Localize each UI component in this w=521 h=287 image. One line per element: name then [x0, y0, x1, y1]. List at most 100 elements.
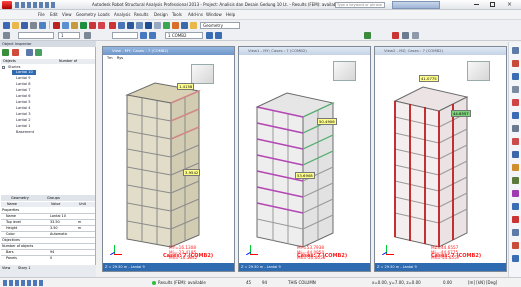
case-prev-icon[interactable]: [206, 32, 213, 39]
help-icons[interactable]: [392, 1, 440, 9]
tool-icon-8[interactable]: [512, 138, 519, 145]
results-map-icon[interactable]: [412, 32, 419, 39]
tree-item-lantai-4[interactable]: Lantai 4: [16, 106, 31, 110]
menu-results[interactable]: Results: [134, 12, 148, 17]
app-logo-icon[interactable]: [2, 1, 12, 9]
print-icon[interactable]: [30, 22, 37, 29]
quick-access-icons[interactable]: [15, 2, 55, 8]
zoom-icon[interactable]: [118, 22, 125, 29]
paste-icon[interactable]: [71, 22, 78, 29]
tree-item-lantai-7[interactable]: Lantai 7: [16, 88, 31, 92]
tool-icon-4[interactable]: [512, 86, 519, 93]
search-input[interactable]: Type a keyword or phrase: [335, 2, 385, 8]
refresh-icon[interactable]: [12, 49, 19, 56]
structure-view-icon[interactable]: [364, 32, 371, 39]
tool-icon-11[interactable]: [512, 177, 519, 184]
bars-combo[interactable]: [112, 32, 138, 39]
view-2-title[interactable]: View1 - MY; Cases : 7 (COMB2): [239, 47, 370, 55]
layers-icon[interactable]: [392, 32, 399, 39]
status-icons[interactable]: [3, 280, 43, 286]
menu-analysis[interactable]: Analysis: [114, 12, 130, 17]
tab-geometry[interactable]: Geometry: [11, 196, 29, 200]
view-1-canvas[interactable]: Tm Rys 1.4158 3.9542 MY=16.1308 Mi=-23.4…: [103, 55, 234, 263]
tool-icon-15[interactable]: [512, 229, 519, 236]
expand-toggle[interactable]: [2, 66, 5, 69]
tab-groups[interactable]: Groups: [47, 196, 60, 200]
prop-value[interactable]: 3.50: [50, 226, 58, 230]
selection-combo[interactable]: [18, 32, 54, 39]
menu-window[interactable]: Window: [206, 12, 222, 17]
view-1-title[interactable]: View - MY; Cases : 7 (COMB2): [103, 47, 234, 55]
open-folder-icon[interactable]: [12, 22, 19, 29]
menu-file[interactable]: File: [38, 12, 45, 17]
view-3-canvas[interactable]: 41.0775 44.6557 MZ=44.6557 Mi=-44.6775 M…: [375, 55, 506, 263]
tool-icon-13[interactable]: [512, 203, 519, 210]
menu-addins[interactable]: Add-ins: [188, 12, 203, 17]
pointer-icon[interactable]: [3, 32, 10, 39]
tab-story-1[interactable]: Story 1: [18, 266, 31, 270]
section-icon[interactable]: [136, 22, 143, 29]
design-icon[interactable]: [181, 22, 188, 29]
view-3-title[interactable]: View2 - MZ; Cases : 7 (COMB2): [375, 47, 506, 55]
view-panel-2[interactable]: View1 - MY; Cases : 7 (COMB2) 50.4906 53…: [238, 46, 371, 272]
grid-icon[interactable]: [149, 32, 156, 39]
tree-item-lantai-3[interactable]: Lantai 3: [16, 112, 31, 116]
calculate-icon[interactable]: [109, 22, 116, 29]
supports-icon[interactable]: [163, 22, 170, 29]
cut-icon[interactable]: [53, 22, 60, 29]
save-icon[interactable]: [21, 22, 28, 29]
display-bars-icon[interactable]: [140, 32, 147, 39]
preview-icon[interactable]: [39, 22, 46, 29]
tree-item-lantai-2[interactable]: Lantai 2: [16, 118, 31, 122]
tree-item-lantai-6[interactable]: Lantai 6: [16, 94, 31, 98]
tool-icon-14[interactable]: [512, 216, 519, 223]
maximize-icon[interactable]: [490, 2, 495, 7]
menu-loads[interactable]: Loads: [98, 12, 110, 17]
query-icon[interactable]: [145, 22, 152, 29]
search-icon[interactable]: [26, 49, 33, 56]
prop-value[interactable]: 33.50: [50, 220, 60, 224]
load-case-combo[interactable]: 1 COMB2: [165, 32, 203, 39]
new-file-icon[interactable]: [3, 22, 10, 29]
tool-icon-7[interactable]: [512, 125, 519, 132]
view-panel-1[interactable]: View - MY; Cases : 7 (COMB2) Tm Rys 1.41…: [102, 46, 235, 272]
view-2-canvas[interactable]: 50.4906 53.6908 MY=53.7938 Mi=-44.0850 M…: [239, 55, 370, 263]
tool-icon-17[interactable]: [512, 255, 519, 262]
tree-item-lantai-9[interactable]: Lantai 9: [16, 76, 31, 80]
tree-item-lantai-1[interactable]: Lantai 1: [16, 124, 31, 128]
copy-icon[interactable]: [62, 22, 69, 29]
menu-tools[interactable]: Tools: [172, 12, 182, 17]
tool-icon-12[interactable]: [512, 190, 519, 197]
results-diagram-icon[interactable]: [402, 32, 409, 39]
prop-value[interactable]: Automatic: [50, 232, 67, 236]
redo-icon[interactable]: [89, 22, 96, 29]
menu-view[interactable]: View: [62, 12, 72, 17]
tree-item-basement[interactable]: Basement: [16, 130, 34, 134]
case-number-combo[interactable]: 1: [58, 32, 80, 39]
tool-icon-9[interactable]: [512, 151, 519, 158]
expand-icon[interactable]: [35, 49, 42, 56]
tool-icon-3[interactable]: [512, 73, 519, 80]
minimize-icon[interactable]: [474, 4, 479, 5]
menu-edit[interactable]: Edit: [50, 12, 58, 17]
filter-icon[interactable]: [2, 49, 9, 56]
menu-design[interactable]: Design: [154, 12, 168, 17]
undo-icon[interactable]: [80, 22, 87, 29]
material-icon[interactable]: [154, 22, 161, 29]
menu-help[interactable]: Help: [226, 12, 235, 17]
tree-item-lantai-8[interactable]: Lantai 8: [16, 82, 31, 86]
menu-geometry[interactable]: Geometry: [76, 12, 96, 17]
tool-icon-1[interactable]: [512, 47, 519, 54]
prop-value[interactable]: Lantai 10: [50, 214, 66, 218]
layout-select[interactable]: Geometry: [200, 22, 240, 29]
filter-icon[interactable]: [84, 32, 91, 39]
view-panel-3[interactable]: View2 - MZ; Cases : 7 (COMB2) 41.0775 44…: [374, 46, 507, 272]
tool-icon-10[interactable]: [512, 164, 519, 171]
tree-item-stories[interactable]: Stories: [8, 65, 20, 69]
settings-icon[interactable]: [190, 22, 197, 29]
case-next-icon[interactable]: [215, 32, 222, 39]
tree-item-lantai-5[interactable]: Lantai 5: [16, 100, 31, 104]
tool-icon-5[interactable]: [512, 99, 519, 106]
tab-view[interactable]: View: [2, 266, 10, 270]
flip-icon[interactable]: [98, 22, 105, 29]
